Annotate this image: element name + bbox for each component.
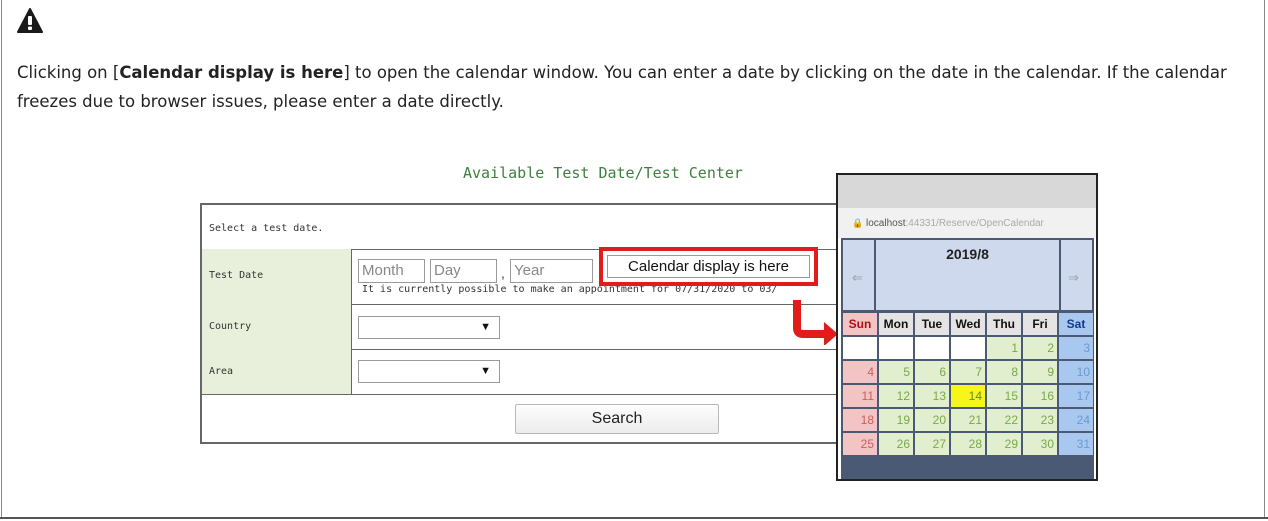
select-prompt-row: Select a test date. <box>202 205 848 250</box>
calendar-day-28[interactable]: 28 <box>951 433 985 455</box>
weekday-header-fri: Fri <box>1023 313 1057 335</box>
weekday-header-mon: Mon <box>879 313 913 335</box>
month-input[interactable]: Month <box>358 259 425 283</box>
calendar-day-22[interactable]: 22 <box>987 409 1021 431</box>
calendar-day-empty <box>951 337 985 359</box>
calendar-button-highlight: Calendar display is here <box>599 247 818 286</box>
calendar-display-button[interactable]: Calendar display is here <box>607 255 810 278</box>
country-label: Country <box>209 321 252 332</box>
calendar-day-13[interactable]: 13 <box>915 385 949 407</box>
area-row: Area ▼ <box>202 349 848 395</box>
chevron-down-icon: ▼ <box>480 321 491 333</box>
url-path: :44331/Reserve/OpenCalendar <box>905 218 1044 229</box>
prev-month-button[interactable]: ⇐ <box>843 240 874 310</box>
calendar-day-empty <box>915 337 949 359</box>
calendar-day-4[interactable]: 4 <box>843 361 877 383</box>
calendar-day-6[interactable]: 6 <box>915 361 949 383</box>
calendar-day-23[interactable]: 23 <box>1023 409 1057 431</box>
calendar-day-26[interactable]: 26 <box>879 433 913 455</box>
calendar-day-19[interactable]: 19 <box>879 409 913 431</box>
weekday-header-sun: Sun <box>843 313 877 335</box>
weekday-header-thu: Thu <box>987 313 1021 335</box>
calendar-day-5[interactable]: 5 <box>879 361 913 383</box>
calendar-day-31[interactable]: 31 <box>1059 433 1093 455</box>
calendar-day-20[interactable]: 20 <box>915 409 949 431</box>
calendar-day-27[interactable]: 27 <box>915 433 949 455</box>
weekday-header-tue: Tue <box>915 313 949 335</box>
search-button[interactable]: Search <box>515 404 719 434</box>
calendar-day-14[interactable]: 14 <box>951 385 985 407</box>
arrow-left-icon: ⇐ <box>852 270 863 285</box>
notice-text-before: Clicking on [ <box>17 63 120 82</box>
calendar-month: 2019/8 <box>876 240 1059 310</box>
next-month-button[interactable]: ⇒ <box>1061 240 1092 310</box>
calendar-day-12[interactable]: 12 <box>879 385 913 407</box>
weekday-header-wed: Wed <box>951 313 985 335</box>
area-label: Area <box>209 366 234 377</box>
calendar-day-24[interactable]: 24 <box>1059 409 1093 431</box>
test-date-row: Test Date Month Day , Year It is current… <box>202 247 848 305</box>
select-prompt: Select a test date. <box>209 223 324 234</box>
calendar-day-1[interactable]: 1 <box>987 337 1021 359</box>
calendar-day-9[interactable]: 9 <box>1023 361 1057 383</box>
country-row: Country ▼ <box>202 304 848 350</box>
calendar-day-25[interactable]: 25 <box>843 433 877 455</box>
frame-bottom-border <box>0 517 1268 519</box>
calendar-day-17[interactable]: 17 <box>1059 385 1093 407</box>
calendar-popup: 🔒 localhost:44331/Reserve/OpenCalendar ⇐… <box>836 173 1098 481</box>
calendar-day-empty <box>879 337 913 359</box>
day-input[interactable]: Day <box>430 259 497 283</box>
date-separator: , <box>501 265 505 281</box>
calendar-day-30[interactable]: 30 <box>1023 433 1057 455</box>
calendar-day-15[interactable]: 15 <box>987 385 1021 407</box>
calendar-day-29[interactable]: 29 <box>987 433 1021 455</box>
calendar-day-empty <box>843 337 877 359</box>
calendar-day-3[interactable]: 3 <box>1059 337 1093 359</box>
calendar-day-10[interactable]: 10 <box>1059 361 1093 383</box>
search-form: Select a test date. Test Date Month Day … <box>200 203 850 444</box>
year-input[interactable]: Year <box>510 259 593 283</box>
calendar-day-7[interactable]: 7 <box>951 361 985 383</box>
notice-text: Clicking on [Calendar display is here] t… <box>17 58 1237 116</box>
calendar-day-11[interactable]: 11 <box>843 385 877 407</box>
calendar-day-21[interactable]: 21 <box>951 409 985 431</box>
calendar-day-8[interactable]: 8 <box>987 361 1021 383</box>
test-date-label: Test Date <box>209 270 264 281</box>
calendar-url-bar: 🔒 localhost:44331/Reserve/OpenCalendar <box>838 208 1096 238</box>
country-select[interactable]: ▼ <box>358 316 500 339</box>
country-label-cell: Country <box>202 304 352 349</box>
test-date-label-cell: Test Date <box>202 249 352 304</box>
weekday-header-sat: Sat <box>1059 313 1093 335</box>
arrow-right-icon: ⇒ <box>1068 270 1079 285</box>
area-label-cell: Area <box>202 349 352 394</box>
calendar-titlebar <box>838 175 1096 208</box>
calendar-day-16[interactable]: 16 <box>1023 385 1057 407</box>
calendar-day-2[interactable]: 2 <box>1023 337 1057 359</box>
area-select[interactable]: ▼ <box>358 360 500 383</box>
lock-icon: 🔒 <box>852 218 864 228</box>
form-title: Available Test Date/Test Center <box>463 164 743 182</box>
calendar-grid: ⇐ 2019/8 ⇒ Sun Mon Tue Wed Thu Fri Sat 1 2 3 4 5 6 7 8… <box>841 238 1094 479</box>
url-host: localhost <box>866 218 906 229</box>
notice-bold: Calendar display is here <box>119 63 344 82</box>
calendar-day-18[interactable]: 18 <box>843 409 877 431</box>
chevron-down-icon: ▼ <box>480 365 491 377</box>
